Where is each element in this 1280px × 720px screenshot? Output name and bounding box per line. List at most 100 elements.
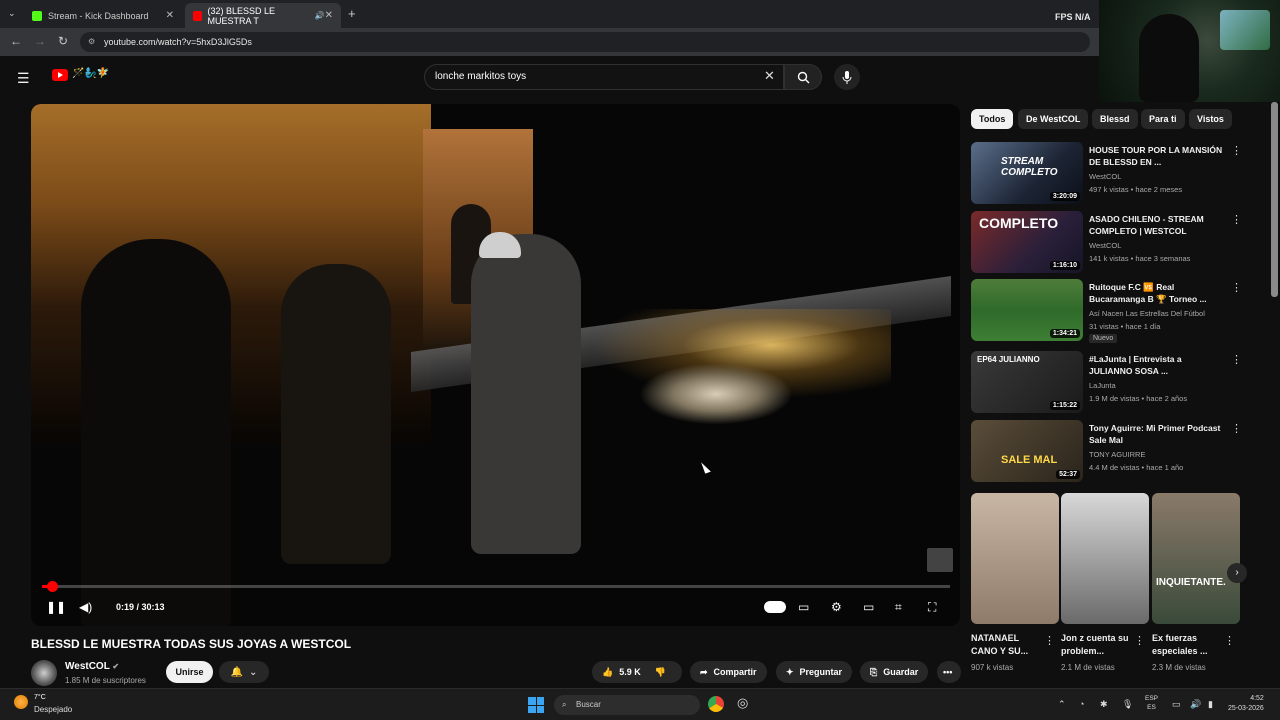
forward-icon[interactable]: → [34,34,46,48]
tray-app-icon[interactable]: ◔ [1079,699,1084,709]
url-field[interactable]: ⚙ youtube.com/watch?v=5hxD3JlG5Ds [80,32,1090,52]
short-thumbnail[interactable]: INQUIETANTE. [1152,493,1240,624]
progress-scrubber[interactable] [46,581,58,592]
close-icon[interactable]: ✕ [325,10,333,21]
more-options-icon[interactable]: ⋮ [1231,353,1242,366]
chip-de-westcol[interactable]: De WestCOL [1018,109,1089,129]
video-thumbnail[interactable]: STREAM COMPLETO 3:20:09 [971,142,1083,204]
video-thumbnail[interactable]: 1:34:21 [971,279,1083,341]
battery-icon[interactable]: ▮ [1208,699,1213,710]
channel-name[interactable]: WestCOL ✔ [65,661,119,672]
video-thumbnail[interactable]: EP64 JULIANNO 1:15:22 [971,351,1083,413]
language-indicator[interactable]: ESP ES [1145,694,1158,712]
short-title[interactable]: Ex fuerzas especiales ... [1152,632,1226,658]
join-button[interactable]: Unirse [166,661,213,683]
search-button[interactable] [784,64,822,90]
more-options-icon[interactable]: ⋮ [1231,144,1242,157]
clear-search-icon[interactable]: ✕ [764,68,775,84]
hamburger-menu-icon[interactable]: ☰ [17,70,30,87]
chevron-up-icon[interactable]: ⌃ [1058,699,1066,710]
recommendation-item[interactable]: COMPLETO 1:16:10 ASADO CHILENO - STREAM … [971,211,1242,275]
theater-mode-icon[interactable]: ▭ [863,600,874,614]
youtube-logo-icon[interactable] [52,69,68,81]
tab-kick-dashboard[interactable]: Stream - Kick Dashboard ✕ [24,3,182,28]
dislike-icon[interactable]: 👎 [655,667,666,678]
speaker-icon[interactable]: 🔊 [315,11,325,20]
tab-search-icon[interactable]: ⌄ [8,8,16,19]
video-title[interactable]: Ruitoque F.C 🆚 Real Bucaramanga B 🏆 Torn… [1089,281,1224,305]
channel-name[interactable]: WestCOL [1089,241,1121,250]
channel-watermark-icon[interactable] [927,548,953,572]
shorts-next-button[interactable]: › [1227,563,1247,583]
recommendation-item[interactable]: 1:34:21 Ruitoque F.C 🆚 Real Bucaramanga … [971,279,1242,343]
doodle-logo[interactable]: 🪄🧞‍♂️🧚 [72,68,109,79]
taskbar-search[interactable]: ⌕ Buscar [554,695,700,715]
more-options-icon[interactable]: ⋮ [1224,634,1235,647]
search-input[interactable]: lonche markitos toys [424,64,784,90]
video-title[interactable]: Tony Aguirre: Mi Primer Podcast Sale Mal [1089,422,1224,446]
channel-name[interactable]: WestCOL [1089,172,1121,181]
new-tab-button[interactable]: + [348,6,356,21]
share-button[interactable]: ➦ Compartir [690,661,767,683]
short-title[interactable]: NATANAEL CANO Y SU... [971,632,1045,658]
microphone-icon[interactable]: 🎙 [1122,699,1133,710]
channel-name[interactable]: Así Nacen Las Estrellas Del Fútbol [1089,309,1205,318]
short-thumbnail[interactable] [1061,493,1149,624]
system-clock[interactable]: 4:52 25-03-2026 [1228,694,1264,714]
like-icon[interactable]: 👍 [602,667,613,678]
close-icon[interactable]: ✕ [166,10,174,21]
chip-vistos[interactable]: Vistos [1189,109,1232,129]
progress-bar[interactable] [42,581,950,592]
chrome-icon[interactable] [708,696,724,712]
clock-date: 25-03-2026 [1228,705,1264,712]
weather-icon[interactable] [14,695,28,709]
like-count[interactable]: 5.9 K [619,667,641,677]
channel-name[interactable]: LaJunta [1089,381,1116,390]
subtitles-icon[interactable]: ▭ [798,600,809,614]
recommendation-item[interactable]: STREAM COMPLETO 3:20:09 HOUSE TOUR POR L… [971,142,1242,206]
site-info-icon[interactable]: ⚙ [88,32,95,52]
chip-para-ti[interactable]: Para ti [1141,109,1185,129]
settings-gear-icon[interactable]: ⚙ [831,600,842,614]
save-button[interactable]: ⎘ Guardar [860,661,929,683]
more-options-icon[interactable]: ⋮ [1134,634,1145,647]
windows-start-icon[interactable] [528,697,544,713]
recommendation-item[interactable]: SALE MAL 52:37 Tony Aguirre: Mi Primer P… [971,420,1242,484]
chip-blessd[interactable]: Blessd [1092,109,1138,129]
network-icon[interactable]: ▭ [1172,699,1181,710]
reload-icon[interactable]: ↻ [58,34,68,48]
volume-icon[interactable]: ◀) [79,600,92,614]
video-player[interactable] [31,104,960,626]
pause-icon[interactable]: ❚❚ [46,600,66,614]
video-thumbnail[interactable]: COMPLETO 1:16:10 [971,211,1083,273]
short-title[interactable]: Jon z cuenta su problem... [1061,632,1135,658]
notifications-button[interactable]: 🔔 ⌄ [219,661,269,683]
chip-todos[interactable]: Todos [971,109,1014,129]
video-title[interactable]: HOUSE TOUR POR LA MANSIÓN DE BLESSD EN .… [1089,144,1224,168]
channel-avatar[interactable] [31,660,57,686]
short-thumbnail[interactable] [971,493,1059,624]
more-actions-button[interactable]: ••• [937,661,961,683]
more-options-icon[interactable]: ⋮ [1231,422,1242,435]
tray-app-icon[interactable]: ✱ [1100,699,1108,710]
fullscreen-icon[interactable]: ⛶ [928,600,936,615]
back-icon[interactable]: ← [10,34,22,48]
scrollbar[interactable] [1271,102,1278,297]
ask-button[interactable]: ✦ Preguntar [776,661,853,683]
more-options-icon[interactable]: ⋮ [1231,281,1242,294]
autoplay-toggle[interactable] [764,601,786,613]
chevron-down-icon: ⌄ [249,666,258,678]
volume-icon[interactable]: 🔊 [1190,699,1201,710]
tab-youtube-video[interactable]: (32) BLESSD LE MUESTRA T 🔊 ✕ [185,3,341,28]
channel-name[interactable]: TONY AGUIRRE [1089,450,1145,459]
video-title[interactable]: ASADO CHILENO - STREAM COMPLETO | WESTCO… [1089,213,1224,237]
video-title[interactable]: #LaJunta | Entrevista a JULIANNO SOSA ..… [1089,353,1224,377]
more-icon: ••• [943,667,953,677]
voice-search-button[interactable] [834,64,860,90]
obs-icon[interactable]: ◎ [737,695,748,711]
cast-icon[interactable]: ⌗ [895,600,902,615]
more-options-icon[interactable]: ⋮ [1044,634,1055,647]
recommendation-item[interactable]: EP64 JULIANNO 1:15:22 #LaJunta | Entrevi… [971,351,1242,415]
more-options-icon[interactable]: ⋮ [1231,213,1242,226]
video-thumbnail[interactable]: SALE MAL 52:37 [971,420,1083,482]
